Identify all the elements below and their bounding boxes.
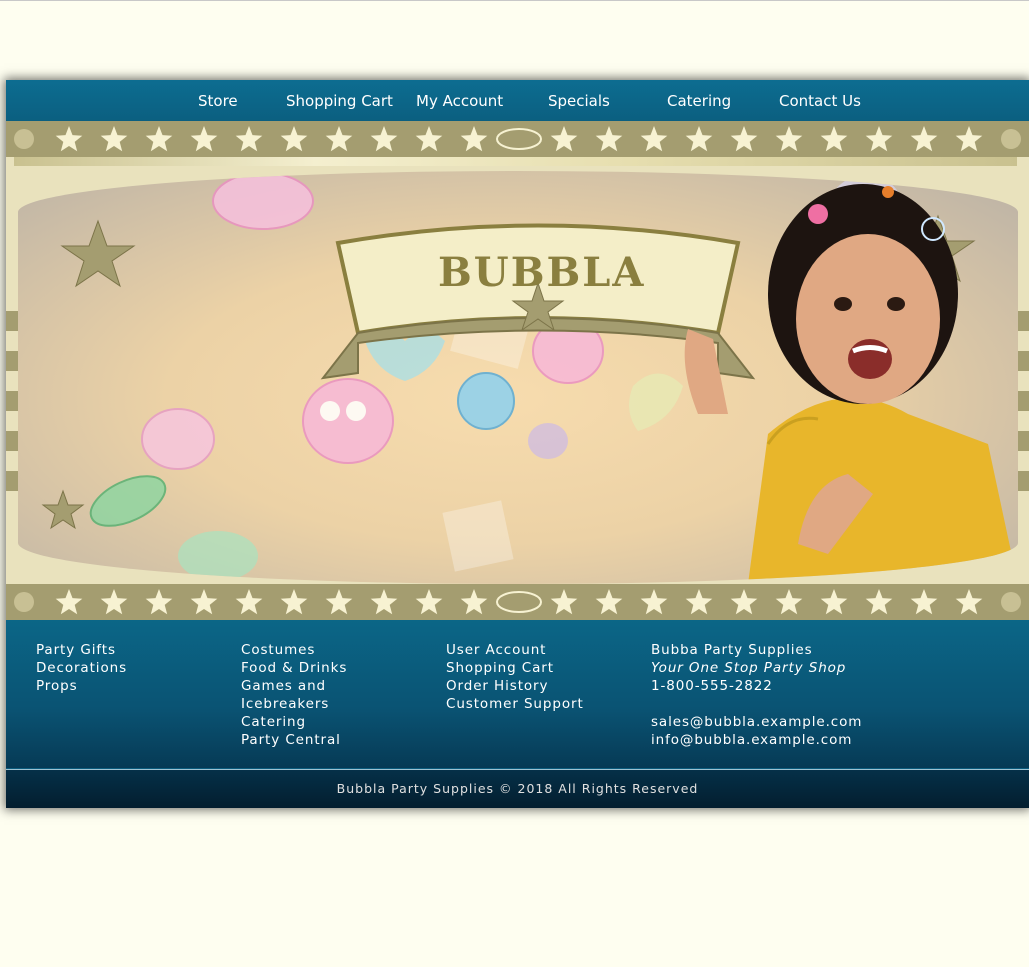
stars-top [14, 126, 1021, 152]
star-icon [775, 589, 803, 615]
star-icon [460, 589, 488, 615]
star-icon [190, 589, 218, 615]
star-icon [55, 589, 83, 615]
nav-catering[interactable]: Catering [667, 92, 731, 110]
footer-link-icebreakers[interactable]: Icebreakers [241, 695, 441, 713]
main-nav: Store Shopping Cart My Account Specials … [6, 80, 1029, 121]
star-border-top [6, 121, 1029, 157]
star-icon [730, 589, 758, 615]
star-icon [640, 589, 668, 615]
footer-link-games[interactable]: Games and [241, 677, 441, 695]
company-tagline: Your One Stop Party Shop [651, 660, 847, 676]
nav-contact-us[interactable]: Contact Us [779, 92, 861, 110]
star-icon [685, 589, 713, 615]
star-icon [55, 126, 83, 152]
company-name: Bubba Party Supplies [651, 642, 813, 658]
footer-link-food-drinks[interactable]: Food & Drinks [241, 659, 441, 677]
star-icon [280, 126, 308, 152]
star-ornament [496, 591, 542, 613]
star-icon [325, 126, 353, 152]
shell-ornament [14, 129, 34, 149]
star-icon [910, 589, 938, 615]
site-footer: Party Gifts Decorations Props Costumes F… [6, 620, 1029, 768]
star-icon [100, 126, 128, 152]
star-border-bottom [6, 584, 1029, 620]
star-icon [235, 589, 263, 615]
nav-shopping-cart[interactable]: Shopping Cart [286, 92, 393, 110]
footer-link-shopping-cart[interactable]: Shopping Cart [446, 659, 646, 677]
top-rule [0, 0, 1029, 1]
star-icon [955, 126, 983, 152]
star-icon [460, 126, 488, 152]
footer-link-party-central[interactable]: Party Central [241, 731, 441, 749]
star-icon [100, 589, 128, 615]
star-icon [775, 126, 803, 152]
side-stripes-left [6, 291, 18, 501]
star-icon [730, 126, 758, 152]
star-icon [370, 589, 398, 615]
banner-stage: BUBBLA [18, 171, 1018, 584]
side-stripes-right [1017, 291, 1029, 501]
copyright-text: Bubbla Party Supplies © 2018 All Rights … [6, 770, 1029, 808]
star-icon [235, 126, 263, 152]
footer-col-categories: Costumes Food & Drinks Games and Icebrea… [241, 641, 441, 749]
footer-link-props[interactable]: Props [36, 677, 236, 695]
shell-ornament [1001, 129, 1021, 149]
footer-col-shop: Party Gifts Decorations Props [36, 641, 236, 695]
info-email-link[interactable]: info@bubbla.example.com [651, 731, 951, 749]
star-icon [550, 126, 578, 152]
star-icon [820, 589, 848, 615]
shell-ornament [1001, 592, 1021, 612]
star-icon [595, 126, 623, 152]
footer-link-party-gifts[interactable]: Party Gifts [36, 641, 236, 659]
star-icon [865, 589, 893, 615]
star-icon [955, 589, 983, 615]
star-icon [145, 126, 173, 152]
hero-banner: BUBBLA [6, 121, 1029, 620]
footer-link-user-account[interactable]: User Account [446, 641, 646, 659]
nav-store[interactable]: Store [198, 92, 238, 110]
star-icon [145, 589, 173, 615]
gold-trim [14, 157, 1017, 166]
phone-number: 1-800-555-2822 [651, 678, 773, 694]
star-icon [190, 126, 218, 152]
child-photo [684, 184, 1018, 584]
brand-logo-text: BUBBLA [438, 249, 646, 296]
star-icon [820, 126, 848, 152]
page-frame: Store Shopping Cart My Account Specials … [6, 80, 1029, 808]
star-ornament [496, 128, 542, 150]
footer-link-costumes[interactable]: Costumes [241, 641, 441, 659]
star-icon [685, 126, 713, 152]
footer-link-decorations[interactable]: Decorations [36, 659, 236, 677]
footer-col-account: User Account Shopping Cart Order History… [446, 641, 646, 713]
footer-link-customer-support[interactable]: Customer Support [446, 695, 646, 713]
star-icon [640, 126, 668, 152]
footer-link-order-history[interactable]: Order History [446, 677, 646, 695]
footer-col-contact: Bubba Party Supplies Your One Stop Party… [651, 641, 951, 749]
sales-email-link[interactable]: sales@bubbla.example.com [651, 713, 951, 731]
star-icon [865, 126, 893, 152]
star-icon [550, 589, 578, 615]
star-icon [370, 126, 398, 152]
stars-bottom [14, 589, 1021, 615]
star-icon [325, 589, 353, 615]
star-icon [595, 589, 623, 615]
star-icon [910, 126, 938, 152]
nav-specials[interactable]: Specials [548, 92, 610, 110]
shell-ornament [14, 592, 34, 612]
footer-link-catering[interactable]: Catering [241, 713, 441, 731]
star-icon [415, 126, 443, 152]
star-icon [415, 589, 443, 615]
star-icon [280, 589, 308, 615]
nav-my-account[interactable]: My Account [416, 92, 503, 110]
